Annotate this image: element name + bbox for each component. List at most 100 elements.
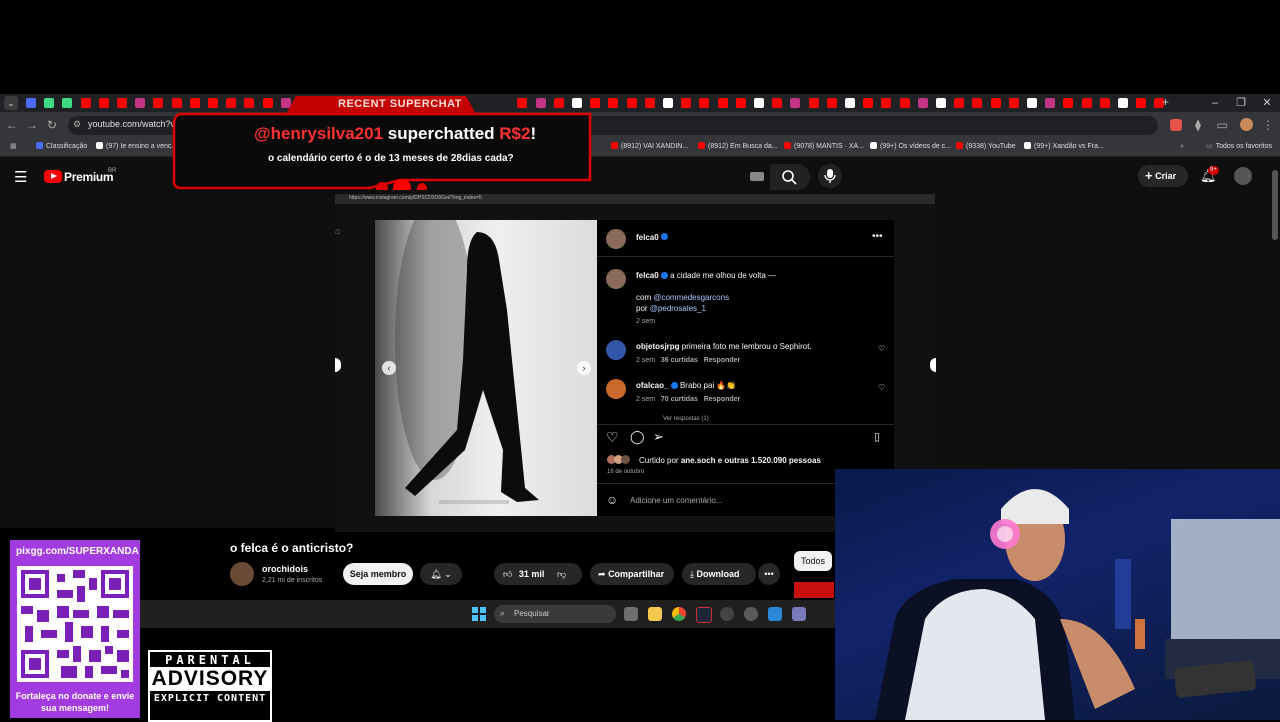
tab-favicon-icon[interactable]: [1118, 98, 1128, 108]
more-actions-button[interactable]: •••: [758, 563, 780, 585]
maximize-icon[interactable]: ❐: [1228, 94, 1254, 112]
tab-favicon-icon[interactable]: [1063, 98, 1074, 108]
tab-favicon-icon[interactable]: [990, 98, 1001, 108]
like-count[interactable]: 31 mil: [519, 569, 545, 579]
extension-icon[interactable]: [1170, 119, 1182, 131]
download-button[interactable]: ⤓ Download: [682, 563, 756, 585]
windows-start-icon[interactable]: [472, 607, 486, 621]
tab-favicon-icon[interactable]: [772, 98, 783, 108]
tab-favicon-icon[interactable]: [608, 98, 619, 108]
search-button[interactable]: [770, 164, 810, 190]
like-icon[interactable]: 👍︎: [503, 569, 512, 579]
menu-kebab-icon[interactable]: ⋮: [1260, 117, 1276, 133]
bookmark-item[interactable]: (99+) Os vídeos de c...: [870, 141, 951, 153]
comment-avatar[interactable]: [606, 340, 626, 360]
tab-favicon-icon[interactable]: [917, 98, 928, 108]
tab-favicon-icon[interactable]: [936, 98, 946, 108]
comment-username[interactable]: objetosjrpg: [636, 342, 680, 351]
sidepanel-icon[interactable]: ▭: [1214, 117, 1230, 133]
close-window-icon[interactable]: ✕: [1254, 94, 1280, 112]
tab-favicon-icon[interactable]: [98, 98, 109, 108]
youtube-logo-icon[interactable]: [44, 170, 62, 183]
comment-like-icon[interactable]: ♡: [878, 344, 885, 353]
obs-icon[interactable]: [720, 607, 734, 621]
tab-favicon-icon[interactable]: [153, 98, 164, 108]
photo-next-button[interactable]: ›: [577, 361, 591, 375]
tab-favicon-icon[interactable]: [881, 98, 892, 108]
tab-favicon-icon[interactable]: [717, 98, 728, 108]
account-avatar[interactable]: [1234, 167, 1252, 185]
forward-icon[interactable]: →: [24, 117, 40, 133]
add-comment-input[interactable]: Adicione um comentário...: [630, 496, 723, 505]
tab-search-button[interactable]: ⌄: [4, 96, 18, 110]
tab-favicon-icon[interactable]: [754, 98, 764, 108]
extensions-icon[interactable]: ⧫: [1190, 117, 1206, 133]
channel-name[interactable]: orochidois: [262, 564, 308, 574]
share-send-icon[interactable]: ➢: [653, 429, 664, 445]
comment-avatar[interactable]: [606, 379, 626, 399]
voice-search-button[interactable]: [818, 164, 842, 188]
page-scrollbar[interactable]: [1272, 170, 1278, 240]
share-button[interactable]: ➦ Compartilhar: [590, 563, 674, 585]
view-replies-link[interactable]: Ver respostas (1): [663, 416, 709, 422]
tab-favicon-icon[interactable]: [644, 98, 655, 108]
more-bookmarks-icon[interactable]: »: [1180, 141, 1184, 153]
steam-icon[interactable]: [696, 607, 712, 623]
profile-avatar[interactable]: [1240, 118, 1253, 131]
hamburger-menu-icon[interactable]: ☰: [14, 168, 27, 186]
tab-favicon-icon[interactable]: [1099, 98, 1110, 108]
tab-favicon-icon[interactable]: [808, 98, 819, 108]
comment-like-icon[interactable]: ♡: [878, 383, 885, 392]
photo-prev-button[interactable]: ‹: [382, 361, 396, 375]
comment-bubble-icon[interactable]: ◯: [630, 429, 645, 445]
tab-favicon-icon[interactable]: [899, 98, 910, 108]
author-username[interactable]: felca0: [636, 233, 659, 242]
comment-reply-button[interactable]: Responder: [704, 357, 741, 364]
comment-likes[interactable]: 36 curtidas: [661, 357, 698, 364]
tab-favicon-icon[interactable]: [44, 98, 55, 108]
comment-reply-button[interactable]: Responder: [704, 396, 741, 403]
bookmark-item[interactable]: (8912) VAI XANDIN...: [611, 141, 688, 153]
tab-favicon-icon[interactable]: [626, 98, 637, 108]
tab-favicon-icon[interactable]: [663, 98, 673, 108]
filter-chip-all[interactable]: Todos: [794, 551, 832, 571]
app-icon[interactable]: [768, 607, 782, 621]
taskbar-search-input[interactable]: ⌕ Pesquisar: [494, 605, 616, 623]
all-bookmarks-folder[interactable]: ▭ Todos os favoritos: [1206, 141, 1272, 153]
tab-favicon-icon[interactable]: [135, 98, 146, 108]
tab-favicon-icon[interactable]: [1027, 98, 1037, 108]
bookmark-item[interactable]: Classificação: [36, 141, 87, 153]
create-button[interactable]: + Criar: [1138, 165, 1188, 187]
bookmark-item[interactable]: (8912) Em Busca da...: [698, 141, 778, 153]
keyboard-icon[interactable]: [750, 172, 764, 181]
tab-favicon-icon[interactable]: [1081, 98, 1092, 108]
bookmark-item[interactable]: (9338) YouTube: [956, 141, 1016, 153]
author-avatar[interactable]: [606, 229, 626, 249]
tab-favicon-icon[interactable]: [735, 98, 746, 108]
new-tab-icon[interactable]: +: [1162, 95, 1172, 109]
bookmark-item[interactable]: (99+) Xandão vs Fra...: [1024, 141, 1104, 153]
reload-icon[interactable]: ↻: [44, 117, 60, 133]
liked-by-count[interactable]: e outras 1.520.090 pessoas: [718, 456, 821, 465]
back-icon[interactable]: ←: [4, 117, 20, 133]
dislike-icon[interactable]: 👎︎: [557, 569, 566, 579]
tab-favicon-icon[interactable]: [681, 98, 692, 108]
recommended-thumbnail[interactable]: [794, 582, 834, 598]
tab-favicon-icon[interactable]: [972, 98, 983, 108]
task-view-icon[interactable]: [624, 607, 638, 621]
tab-favicon-icon[interactable]: [1136, 98, 1147, 108]
tab-favicon-icon[interactable]: [790, 98, 801, 108]
tab-favicon-icon[interactable]: [1045, 98, 1056, 108]
minimize-icon[interactable]: –: [1202, 94, 1228, 112]
join-button[interactable]: Seja membro: [343, 563, 413, 585]
tab-favicon-icon[interactable]: [117, 98, 127, 108]
tab-favicon-icon[interactable]: [699, 98, 710, 108]
tab-favicon-icon[interactable]: [845, 98, 855, 108]
app-icon[interactable]: [792, 607, 806, 621]
site-info-icon[interactable]: ⚙: [73, 119, 81, 130]
by-handle-link[interactable]: @pedrosales_1: [650, 304, 706, 313]
tab-favicon-icon[interactable]: [954, 98, 965, 108]
settings-gear-icon[interactable]: [744, 607, 758, 621]
tab-favicon-icon[interactable]: [62, 98, 73, 108]
tab-favicon-icon[interactable]: [26, 98, 36, 108]
